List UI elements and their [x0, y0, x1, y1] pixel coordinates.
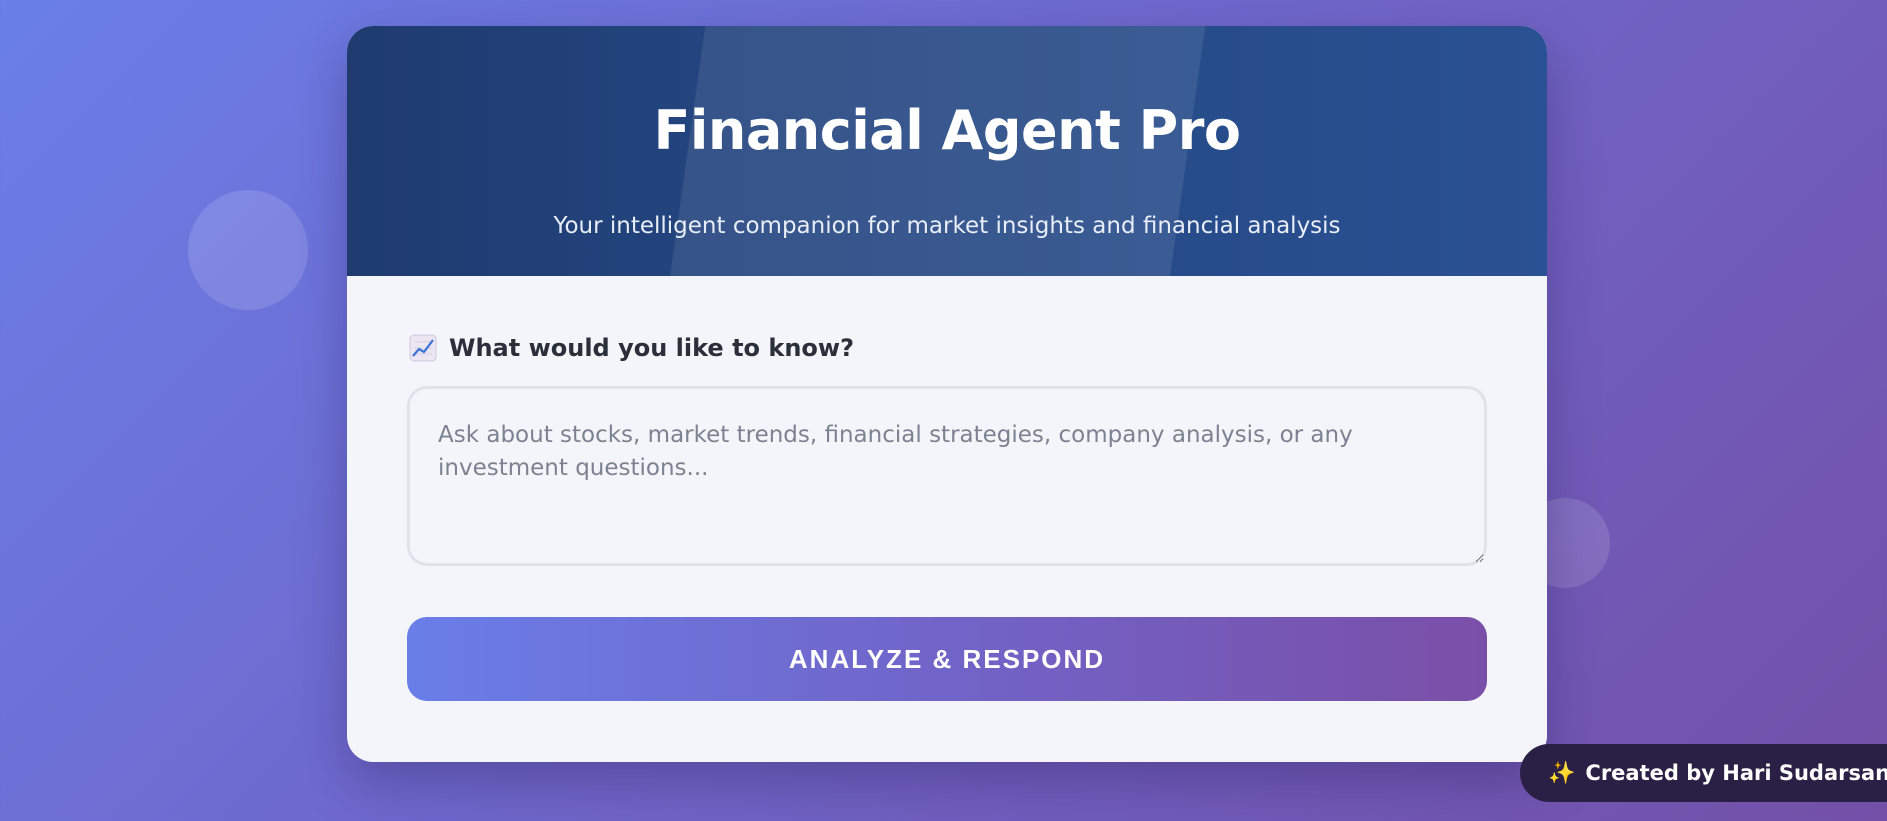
card-header: Financial Agent Pro Your intelligent com…	[347, 26, 1547, 276]
page-title: Financial Agent Pro	[653, 99, 1241, 162]
chart-increasing-icon	[409, 334, 437, 362]
analyze-respond-button[interactable]: ANALYZE & RESPOND	[407, 617, 1487, 701]
credit-text: Created by Hari Sudarsan	[1585, 761, 1887, 785]
page-subtitle: Your intelligent companion for market in…	[553, 213, 1341, 239]
query-label-text: What would you like to know?	[449, 334, 855, 362]
query-label: What would you like to know?	[409, 334, 854, 362]
background-circle-left	[188, 190, 308, 310]
main-card: Financial Agent Pro Your intelligent com…	[347, 26, 1547, 762]
credit-badge: ✨ Created by Hari Sudarsan	[1520, 744, 1887, 802]
sparkles-icon: ✨	[1548, 760, 1576, 786]
query-textarea[interactable]	[407, 386, 1487, 566]
